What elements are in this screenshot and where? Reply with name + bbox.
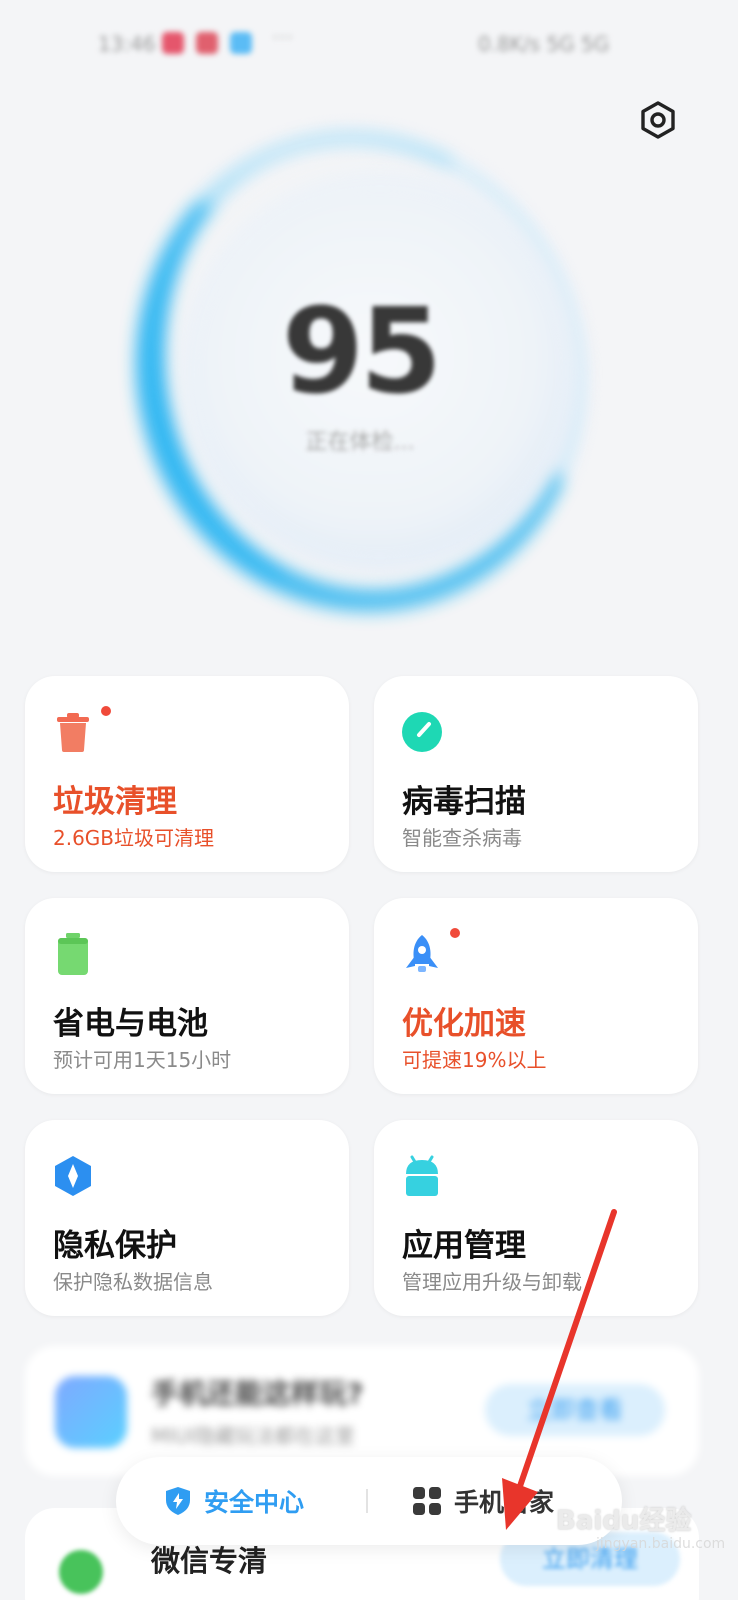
- baidu-watermark: Baidu经验 jingyan.baidu.com: [556, 1484, 726, 1554]
- shield-privacy-icon: [55, 1156, 91, 1196]
- alert-dot: [450, 928, 460, 938]
- tab-security-center[interactable]: 安全中心: [164, 1457, 304, 1545]
- tab-divider: [366, 1489, 368, 1513]
- card-subtitle: 保护隐私数据信息: [53, 1270, 213, 1294]
- promo-app-icon: [55, 1376, 127, 1448]
- card-subtitle: 管理应用升级与卸载: [402, 1270, 582, 1294]
- battery-icon: [58, 933, 88, 975]
- card-junk-cleanup[interactable]: 垃圾清理 2.6GB垃圾可清理: [25, 676, 349, 872]
- watermark-text: Baidu经验: [556, 1506, 692, 1536]
- status-time: 13:46: [98, 32, 156, 56]
- health-score: 95: [281, 282, 442, 420]
- promo-subtitle: MIUI隐藏玩法都在这里: [151, 1424, 355, 1448]
- card-app-management[interactable]: 应用管理 管理应用升级与卸载: [374, 1120, 698, 1316]
- tab-phone-manager[interactable]: 手机管家: [412, 1457, 554, 1545]
- trash-can-icon: [57, 713, 89, 752]
- tab-label: 安全中心: [204, 1488, 305, 1517]
- settings-button[interactable]: [636, 98, 680, 142]
- shield-bolt-icon: [166, 1487, 190, 1515]
- card-battery[interactable]: 省电与电池 预计可用1天15小时: [25, 898, 349, 1094]
- wechat-icon: [59, 1550, 103, 1594]
- promo-button[interactable]: 立即查看: [485, 1384, 665, 1436]
- card-privacy[interactable]: 隐私保护 保护隐私数据信息: [25, 1120, 349, 1316]
- card-title: 优化加速: [402, 1006, 526, 1042]
- watermark-subtext: jingyan.baidu.com: [596, 1536, 726, 1552]
- card-title: 省电与电池: [53, 1006, 208, 1042]
- card-title: 病毒扫描: [402, 784, 526, 820]
- card-subtitle: 预计可用1天15小时: [53, 1048, 232, 1072]
- card-speedup[interactable]: 优化加速 可提速19%以上: [374, 898, 698, 1094]
- status-bar: 13:46 ··· 0.8K/s 5G 5G: [0, 24, 738, 64]
- notification-icon: [162, 32, 184, 54]
- promo-title: 手机还能这样玩?: [151, 1377, 364, 1410]
- android-icon: [406, 1155, 438, 1196]
- card-title: 隐私保护: [53, 1228, 177, 1264]
- card-title: 垃圾清理: [53, 784, 177, 820]
- tab-label: 手机管家: [454, 1488, 555, 1517]
- alert-dot: [101, 706, 111, 716]
- card-title: 应用管理: [402, 1228, 526, 1264]
- scanner-dial-icon: [402, 712, 442, 752]
- more-notifications-icon: ···: [272, 26, 293, 51]
- bottom-tab-bar: 安全中心 手机管家: [116, 1457, 622, 1545]
- card-subtitle: 智能查杀病毒: [402, 826, 522, 850]
- rocket-icon: [406, 935, 438, 972]
- four-squares-icon: [413, 1487, 441, 1515]
- score-orb[interactable]: 95 正在体检...: [82, 82, 638, 662]
- card-subtitle: 可提速19%以上: [402, 1048, 547, 1072]
- notification-icon: [196, 32, 218, 54]
- notification-icon: [230, 32, 252, 54]
- status-indicators: 0.8K/s 5G 5G: [478, 32, 610, 56]
- card-virus-scan[interactable]: 病毒扫描 智能查杀病毒: [374, 676, 698, 872]
- scan-status: 正在体检...: [305, 430, 415, 455]
- card-subtitle: 2.6GB垃圾可清理: [53, 826, 215, 850]
- hexagon-gear-icon: [641, 101, 675, 139]
